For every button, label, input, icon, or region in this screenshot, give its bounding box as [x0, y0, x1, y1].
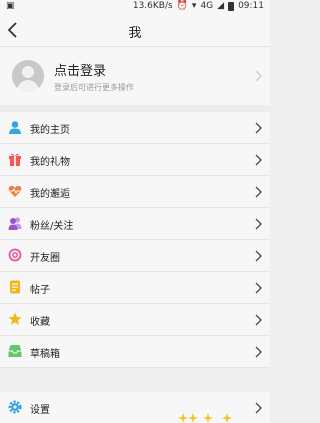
- image-notification-icon: ▣: [6, 1, 15, 11]
- menu-item-label: 我的邂逅: [30, 189, 70, 200]
- avatar: [12, 60, 44, 92]
- chevron-right-icon: [255, 402, 262, 414]
- chevron-right-icon: [255, 70, 262, 82]
- menu-list: 我的主页 我的礼物 我的邂逅 粉丝/关注 开友圈 帖子 收藏 草稿箱: [0, 112, 270, 368]
- menu-item-encounters[interactable]: 我的邂逅: [0, 176, 270, 208]
- chevron-right-icon: [255, 186, 262, 198]
- login-hint: 登录后可进行更多操作: [54, 83, 134, 92]
- status-bar: ▣ 13.6KB/s ⏰ ▾ 4G ◢ 09:11: [0, 0, 270, 14]
- menu-item-label: 我的主页: [30, 125, 70, 136]
- battery-icon: [228, 1, 235, 11]
- menu-item-label: 草稿箱: [30, 349, 60, 360]
- sparkle-icon: [188, 413, 198, 423]
- menu-item-posts[interactable]: 帖子: [0, 272, 270, 304]
- chevron-right-icon: [255, 346, 262, 358]
- nav-bar: 我: [0, 14, 270, 47]
- chevron-right-icon: [255, 122, 262, 134]
- network-speed: 13.6KB/s: [132, 1, 173, 11]
- menu-item-favorites[interactable]: 收藏: [0, 304, 270, 336]
- menu-item-label: 粉丝/关注: [30, 221, 74, 232]
- status-right: 13.6KB/s ⏰ ▾ 4G ◢ 09:11: [133, 1, 264, 11]
- section-divider: [0, 105, 270, 112]
- people-icon: [8, 217, 22, 230]
- heart-pulse-icon: [8, 185, 22, 197]
- chevron-right-icon: [255, 218, 262, 230]
- document-icon: [10, 280, 20, 294]
- inbox-tray-icon: [8, 345, 22, 357]
- star-icon: [8, 312, 22, 325]
- chevron-right-icon: [255, 314, 262, 326]
- sparkle-icon: [222, 413, 232, 423]
- menu-item-friend-circle[interactable]: 开友圈: [0, 240, 270, 272]
- target-icon: [8, 248, 22, 262]
- menu-item-fans-follow[interactable]: 粉丝/关注: [0, 208, 270, 240]
- clock: 09:11: [238, 1, 264, 11]
- gear-icon: [8, 400, 22, 414]
- sparkle-icon: [178, 413, 188, 423]
- menu-item-label: 收藏: [30, 317, 50, 328]
- alarm-icon: ⏰: [176, 1, 188, 11]
- gift-icon: [9, 153, 21, 166]
- menu-item-label: 我的礼物: [30, 157, 70, 168]
- menu-item-label: 开友圈: [30, 253, 60, 264]
- sparkle-icon: [203, 413, 213, 423]
- chevron-right-icon: [255, 282, 262, 294]
- menu-item-label: 设置: [30, 405, 50, 416]
- network-type: 4G: [200, 1, 214, 11]
- menu-item-drafts[interactable]: 草稿箱: [0, 336, 270, 368]
- chevron-right-icon: [255, 250, 262, 262]
- person-icon: [9, 121, 21, 134]
- chevron-right-icon: [255, 154, 262, 166]
- page-title: 我: [128, 26, 142, 41]
- wifi-icon: ▾: [191, 1, 197, 11]
- menu-item-homepage[interactable]: 我的主页: [0, 112, 270, 144]
- signal-icon: ◢: [217, 1, 225, 11]
- menu-item-label: 帖子: [30, 285, 50, 296]
- menu-item-gifts[interactable]: 我的礼物: [0, 144, 270, 176]
- login-label: 点击登录: [54, 64, 107, 79]
- profile-login-row[interactable]: 点击登录 登录后可进行更多操作: [0, 47, 270, 105]
